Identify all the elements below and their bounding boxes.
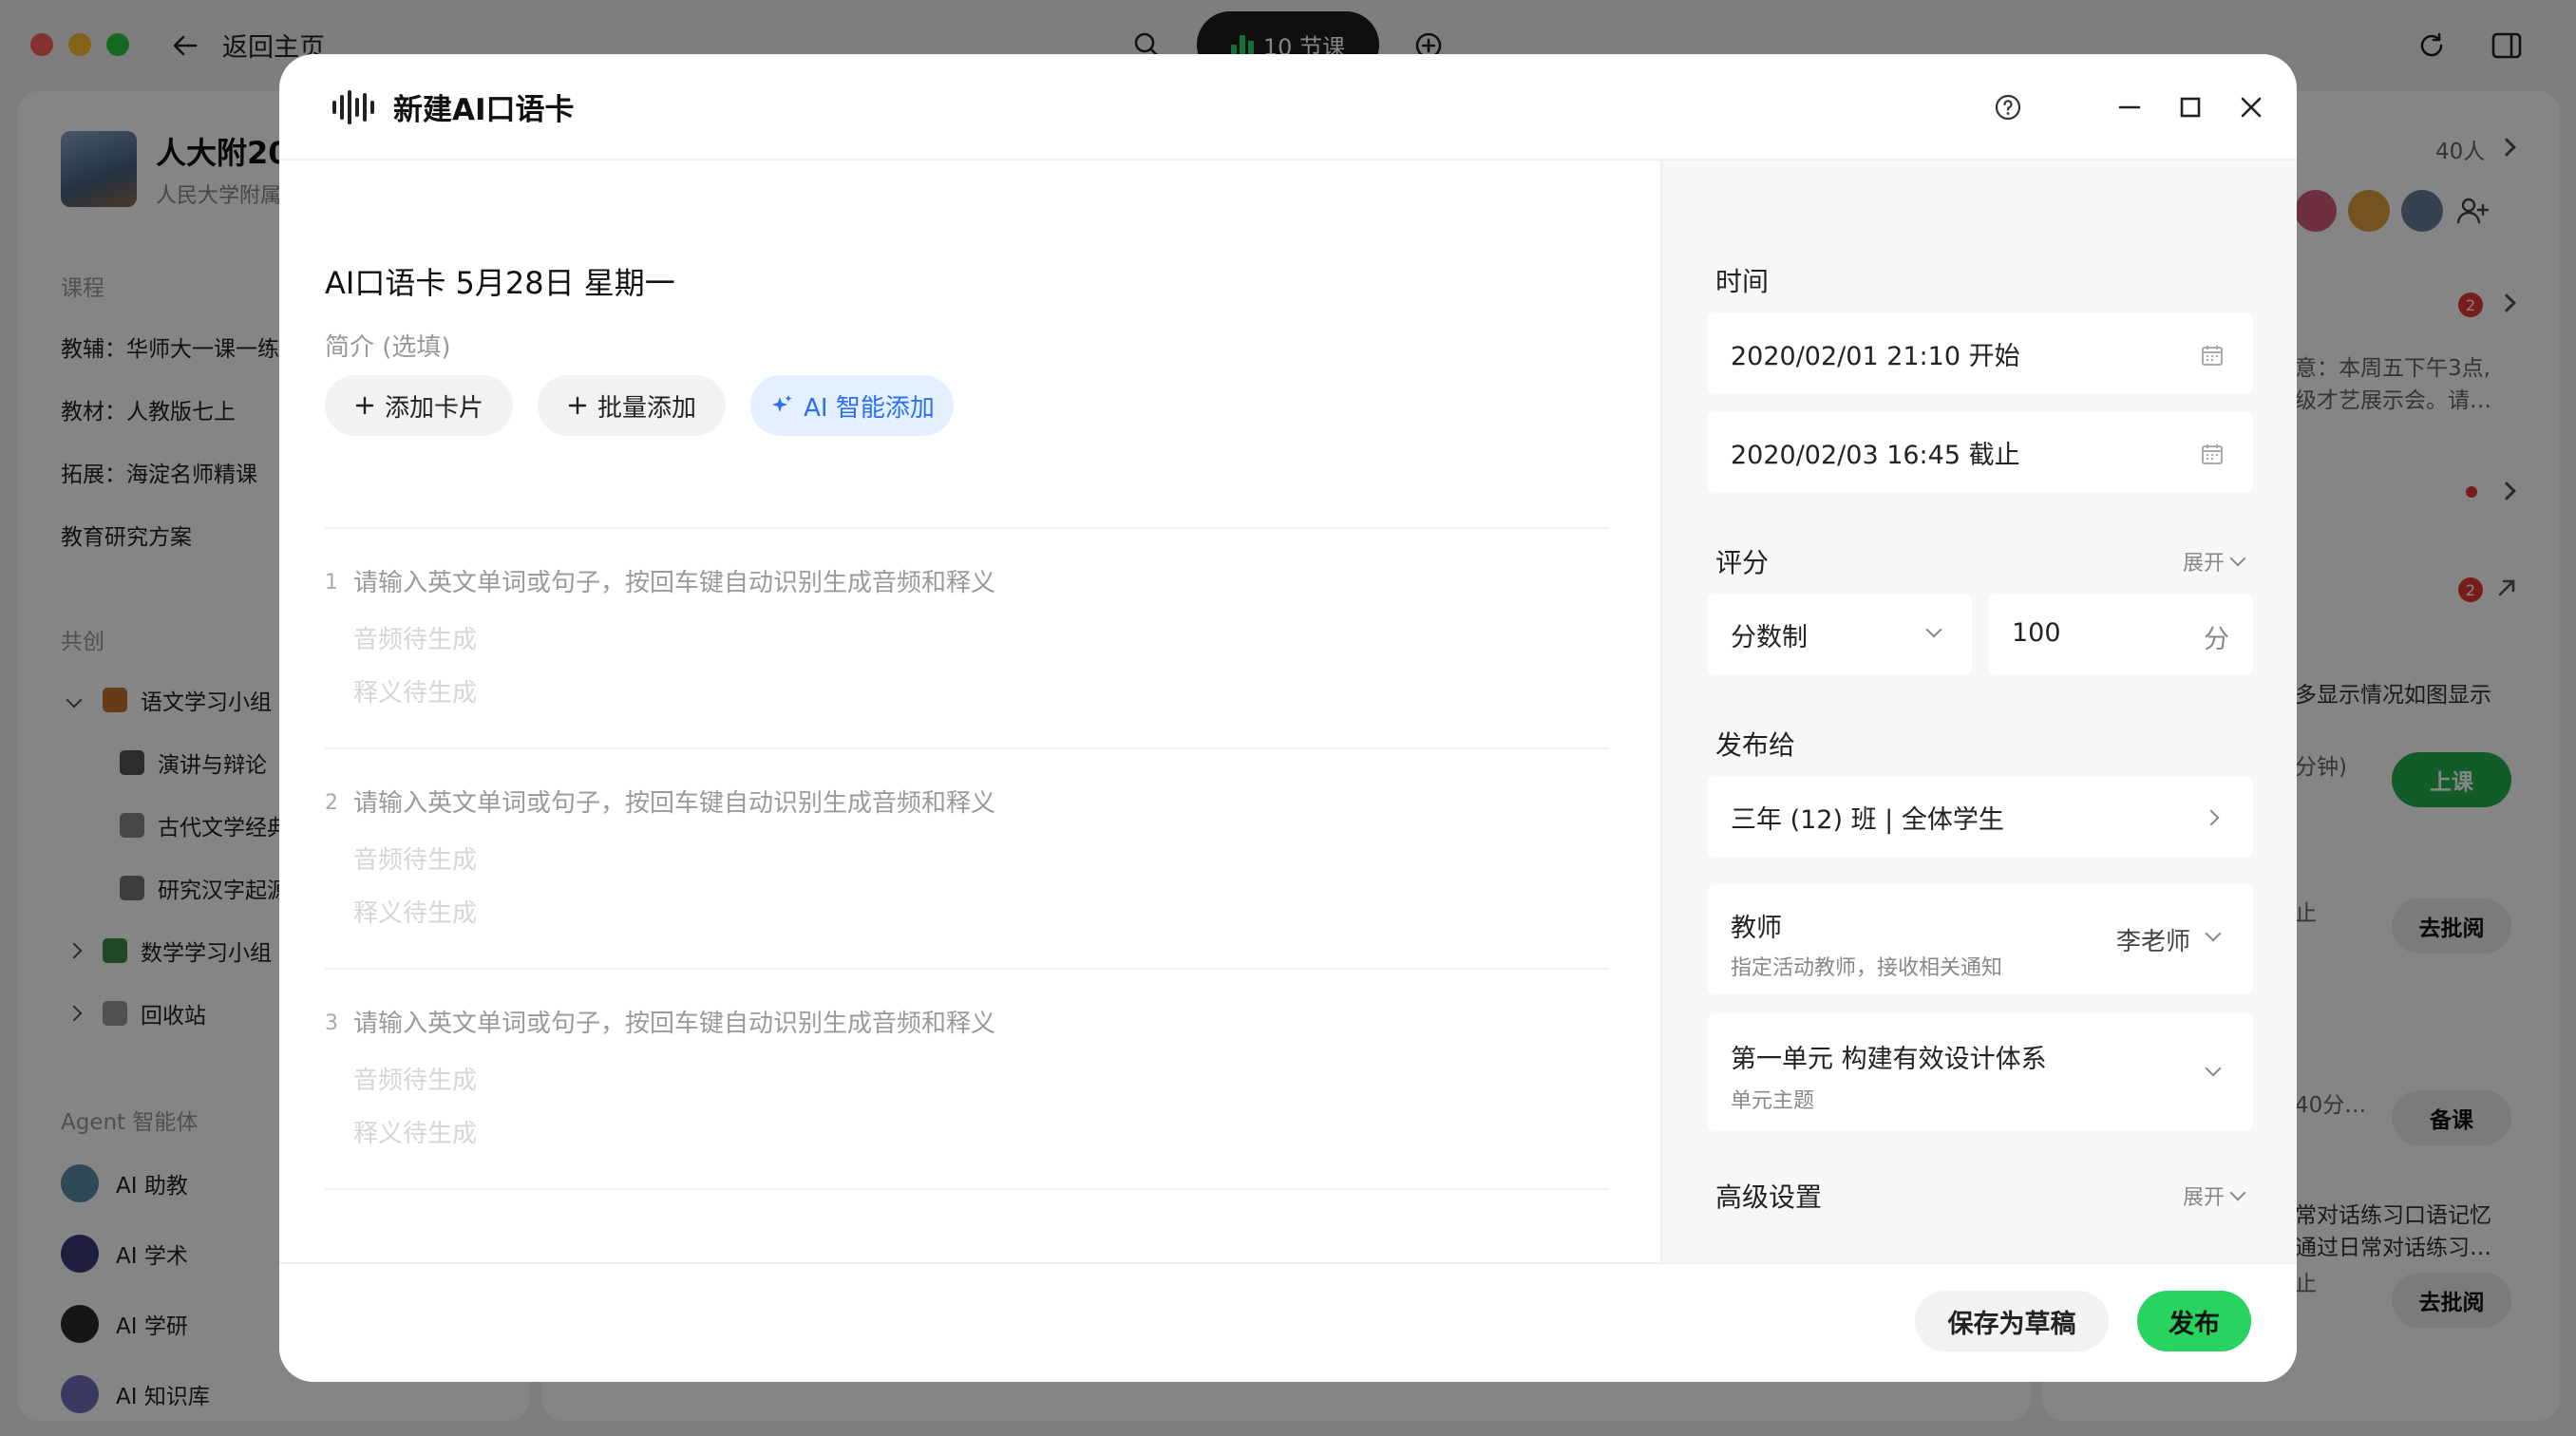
card-index: 3: [325, 1011, 338, 1035]
publish-button[interactable]: 发布: [2137, 1291, 2251, 1351]
advanced-settings-label: 高级设置: [1715, 1181, 1823, 1213]
card-word-input[interactable]: 请输入英文单词或句子，按回车键自动识别生成音频和释义: [353, 784, 995, 819]
time-label: 时间: [1715, 266, 1770, 297]
chevron-down-icon: [2229, 550, 2246, 567]
dialog-title: 新建AI口语卡: [393, 93, 575, 127]
add-card-label: 添加卡片: [384, 393, 483, 423]
close-icon[interactable]: [2232, 88, 2270, 126]
card-index: 1: [325, 571, 338, 595]
plus-icon: [355, 396, 374, 415]
chevron-down-icon: [1925, 621, 1942, 638]
settings-panel: 时间 2020/02/01 21:10 开始 2020/02/03 16:45 …: [1660, 161, 2297, 1262]
card-index: 2: [325, 791, 338, 815]
divider: [325, 747, 1609, 749]
calendar-icon: [2202, 346, 2223, 366]
ai-smart-add-button[interactable]: AI 智能添加: [750, 375, 954, 436]
publish-target-select[interactable]: 三年 (12) 班 | 全体学生: [1708, 776, 2253, 858]
help-icon[interactable]: [1989, 88, 2027, 126]
teacher-hint: 指定活动教师，接收相关通知: [1731, 956, 2003, 980]
description-input[interactable]: 简介 (选填): [325, 328, 451, 363]
divider: [325, 1188, 1609, 1190]
score-label: 评分: [1715, 547, 1770, 578]
sparkle-icon: [772, 395, 792, 412]
chevron-down-icon: [2205, 1060, 2222, 1077]
score-mode-value: 分数制: [1731, 623, 1808, 652]
chevron-right-icon: [2203, 809, 2220, 826]
minimize-icon[interactable]: [2111, 88, 2149, 126]
card-audio-status: 音频待生成: [353, 846, 478, 875]
dialog-header: 新建AI口语卡: [279, 54, 2297, 161]
batch-add-button[interactable]: 批量添加: [538, 375, 726, 436]
add-card-button[interactable]: 添加卡片: [325, 375, 513, 436]
card-editor: AI口语卡 5月28日 星期一 简介 (选填) 添加卡片 批量添加 AI 智能添…: [279, 161, 1660, 1262]
end-time-field[interactable]: 2020/02/03 16:45 截止: [1708, 411, 2253, 493]
audio-wave-icon: [332, 88, 374, 126]
publish-target-value: 三年 (12) 班 | 全体学生: [1731, 805, 2004, 835]
start-time-field[interactable]: 2020/02/01 21:10 开始: [1708, 312, 2253, 394]
unit-topic-hint: 单元主题: [1731, 1089, 1815, 1113]
teacher-label: 教师: [1731, 914, 1782, 943]
chevron-down-icon: [2205, 925, 2222, 942]
score-value: 100: [2012, 618, 2061, 648]
calendar-icon: [2202, 444, 2223, 464]
card-word-input[interactable]: 请输入英文单词或句子，按回车键自动识别生成音频和释义: [353, 1004, 995, 1039]
card-audio-status: 音频待生成: [353, 1067, 478, 1095]
publish-to-label: 发布给: [1715, 729, 1796, 761]
score-mode-select[interactable]: 分数制: [1708, 594, 1972, 675]
ai-smart-add-label: AI 智能添加: [804, 393, 935, 423]
unit-topic-value: 第一单元 构建有效设计体系: [1731, 1045, 2047, 1074]
teacher-value: 李老师: [2116, 928, 2191, 956]
end-time-value: 2020/02/03 16:45 截止: [1731, 441, 2020, 470]
unit-topic-select[interactable]: 第一单元 构建有效设计体系 单元主题: [1708, 1013, 2253, 1131]
plus-icon: [568, 396, 587, 415]
divider: [325, 527, 1609, 529]
start-time-value: 2020/02/01 21:10 开始: [1731, 342, 2020, 371]
maximize-icon[interactable]: [2171, 88, 2209, 126]
card-title-input[interactable]: AI口语卡 5月28日 星期一: [325, 259, 675, 303]
batch-add-label: 批量添加: [597, 393, 696, 423]
card-word-input[interactable]: 请输入英文单词或句子，按回车键自动识别生成音频和释义: [353, 563, 995, 598]
score-unit: 分: [2204, 625, 2229, 654]
expand-label: 展开: [2182, 552, 2225, 576]
card-meaning-status: 释义待生成: [353, 679, 478, 708]
divider: [325, 968, 1609, 970]
advanced-expand-toggle[interactable]: 展开: [2182, 1181, 2246, 1211]
card-meaning-status: 释义待生成: [353, 1120, 478, 1148]
teacher-select[interactable]: 教师 指定活动教师，接收相关通知 李老师: [1708, 884, 2253, 994]
score-value-input[interactable]: 100 分: [1989, 594, 2253, 675]
card-meaning-status: 释义待生成: [353, 899, 478, 928]
chevron-down-icon: [2229, 1184, 2246, 1201]
new-ai-oral-card-dialog: 新建AI口语卡 AI口语卡 5月28日 星期一 简介 (选填) 添加卡片 批量添…: [279, 54, 2297, 1382]
card-audio-status: 音频待生成: [353, 626, 478, 654]
expand-label: 展开: [2182, 1186, 2225, 1210]
score-expand-toggle[interactable]: 展开: [2182, 546, 2246, 576]
save-draft-button[interactable]: 保存为草稿: [1915, 1291, 2109, 1351]
